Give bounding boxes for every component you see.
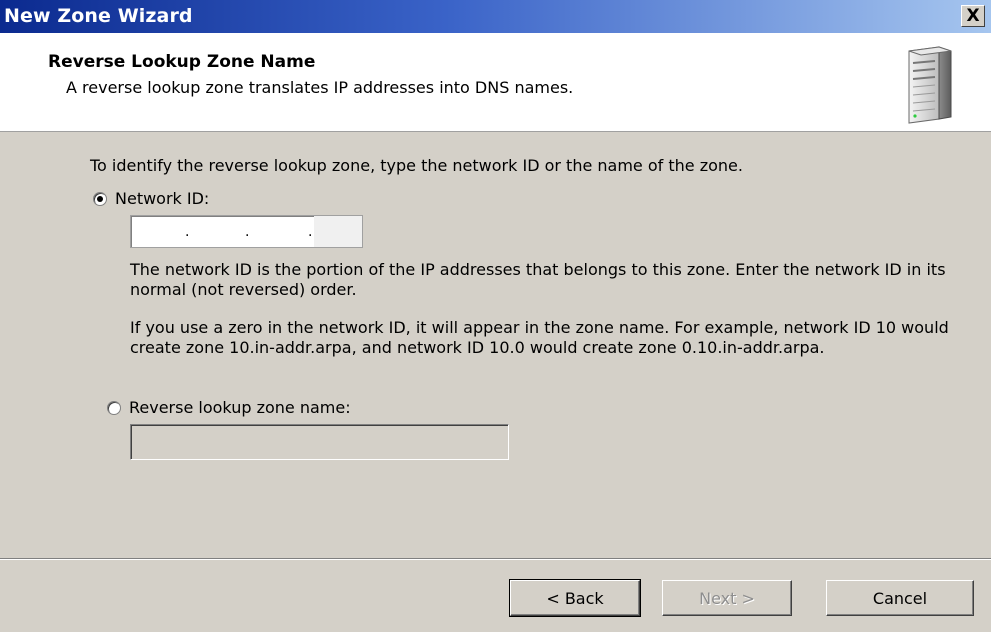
server-icon (908, 46, 952, 124)
network-id-radio[interactable] (93, 191, 107, 206)
close-button[interactable]: X (961, 5, 985, 27)
cancel-button[interactable]: Cancel (826, 580, 974, 616)
ip-field-shade (314, 216, 362, 247)
new-zone-wizard-window: New Zone Wizard X Reverse Lookup Zone Na… (0, 0, 991, 632)
ip-octet-1[interactable] (133, 216, 181, 247)
reverse-zone-input (130, 424, 509, 460)
page-title: Reverse Lookup Zone Name (48, 52, 316, 72)
network-id-option[interactable]: Network ID: (93, 189, 209, 208)
network-id-input[interactable]: . . . (130, 215, 363, 248)
close-icon: X (966, 6, 980, 26)
reverse-zone-label: Reverse lookup zone name: (129, 398, 351, 417)
page-subtitle: A reverse lookup zone translates IP addr… (66, 78, 574, 97)
ip-octet-2[interactable] (193, 216, 241, 247)
title-bar[interactable]: New Zone Wizard X (0, 0, 991, 33)
back-button[interactable]: < Back (509, 579, 641, 617)
reverse-zone-option[interactable]: Reverse lookup zone name: (107, 398, 351, 417)
network-id-label: Network ID: (115, 189, 210, 208)
footer-separator (0, 558, 991, 560)
ip-octet-3[interactable] (253, 216, 301, 247)
ip-dot: . (245, 224, 250, 240)
reverse-zone-radio[interactable] (107, 400, 121, 415)
wizard-header: Reverse Lookup Zone Name A reverse looku… (0, 33, 991, 132)
window-title: New Zone Wizard (4, 5, 193, 27)
zero-example-help: If you use a zero in the network ID, it … (130, 318, 949, 357)
ip-dot: . (185, 224, 190, 240)
instruction-text: To identify the reverse lookup zone, typ… (90, 156, 743, 175)
wizard-content: To identify the reverse lookup zone, typ… (0, 132, 991, 558)
network-id-help: The network ID is the portion of the IP … (130, 260, 946, 299)
ip-dot: . (308, 224, 313, 240)
next-button: Next > (662, 580, 792, 616)
